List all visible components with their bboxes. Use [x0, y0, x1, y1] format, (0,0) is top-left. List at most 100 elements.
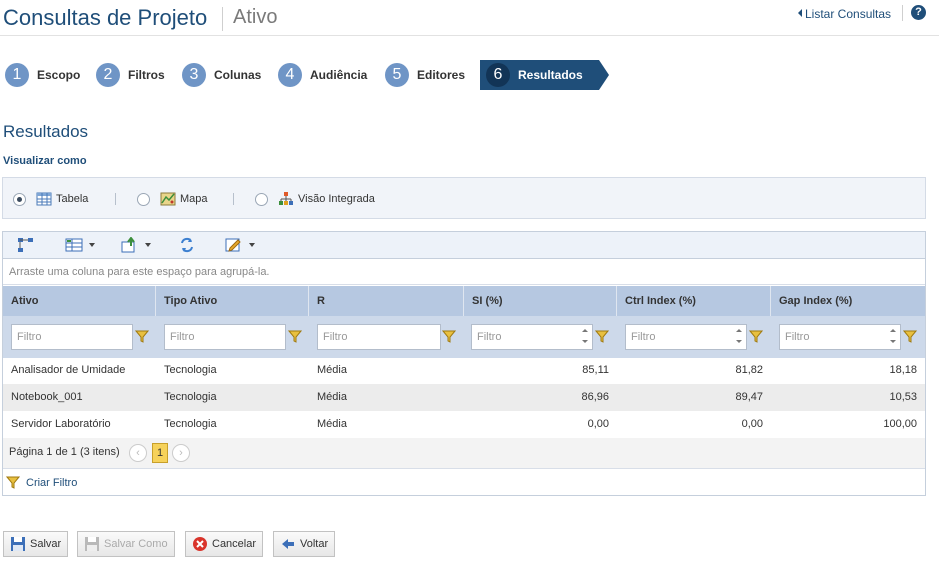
- column-header-gap-index[interactable]: Gap Index (%): [771, 286, 925, 316]
- next-page-button[interactable]: ›: [172, 444, 190, 462]
- filter-input[interactable]: Filtro: [779, 324, 901, 350]
- filter-funnel-icon[interactable]: [903, 330, 917, 343]
- view-option-label: Tabela: [56, 193, 89, 205]
- filter-input[interactable]: Filtro: [164, 324, 286, 350]
- edit-button[interactable]: [225, 237, 255, 253]
- step-escopo[interactable]: 1 Escopo: [5, 63, 80, 87]
- cell-r: Média: [317, 418, 347, 430]
- step-number: 6: [486, 63, 510, 87]
- filter-input[interactable]: Filtro: [471, 324, 593, 350]
- view-as-panel: Tabela Mapa Visão Integrada: [2, 177, 926, 219]
- refresh-button[interactable]: [179, 237, 195, 253]
- filter-funnel-icon[interactable]: [749, 330, 763, 343]
- step-label: Resultados: [518, 68, 583, 82]
- cell-gap-index: 18,18: [889, 364, 917, 376]
- view-option-label: Mapa: [180, 193, 208, 205]
- step-number: 5: [385, 63, 409, 87]
- step-number: 1: [5, 63, 29, 87]
- step-label: Editores: [417, 68, 466, 82]
- page-number-button[interactable]: 1: [152, 443, 168, 463]
- table-row[interactable]: Servidor Laboratório Tecnologia Média 0,…: [3, 411, 925, 438]
- step-editores[interactable]: 5 Editores: [385, 63, 465, 87]
- column-header-tipo-ativo[interactable]: Tipo Ativo: [156, 286, 309, 316]
- radio-map[interactable]: [137, 192, 150, 206]
- back-button[interactable]: Voltar: [273, 531, 336, 557]
- filter-input[interactable]: Filtro: [317, 324, 441, 350]
- save-button[interactable]: Salvar: [3, 531, 69, 557]
- save-label: Salvar: [30, 538, 62, 550]
- help-icon[interactable]: ?: [911, 5, 926, 20]
- cell-ativo: Notebook_001: [11, 391, 83, 403]
- step-label: Escopo: [37, 68, 81, 82]
- cancel-icon: [193, 537, 207, 551]
- back-arrow-icon: [282, 539, 294, 549]
- view-option-label: Visão Integrada: [298, 193, 375, 205]
- radio-table[interactable]: [13, 192, 26, 206]
- step-number: 3: [182, 63, 206, 87]
- page-header: Consultas de Projeto Ativo Listar Consul…: [0, 0, 939, 36]
- group-by-drop-zone[interactable]: Arraste uma coluna para este espaço para…: [3, 260, 925, 285]
- chevron-down-icon: [145, 243, 151, 247]
- columns-icon: [65, 238, 83, 252]
- list-queries-label: Listar Consultas: [805, 7, 892, 21]
- step-label: Filtros: [128, 68, 165, 82]
- filter-funnel-icon: [6, 476, 20, 489]
- chevron-down-icon: [249, 243, 255, 247]
- save-as-label: Salvar Como: [104, 538, 168, 550]
- filter-funnel-icon[interactable]: [135, 330, 149, 343]
- refresh-icon: [181, 237, 193, 253]
- step-resultados[interactable]: 6 Resultados: [480, 60, 609, 90]
- step-audiencia[interactable]: 4 Audiência: [278, 63, 367, 87]
- cell-tipo-ativo: Tecnologia: [164, 364, 217, 376]
- floppy-disk-icon: [85, 537, 99, 551]
- results-grid: Arraste uma coluna para este espaço para…: [2, 231, 926, 496]
- spinner-arrows-icon[interactable]: [889, 326, 897, 346]
- section-title: Resultados: [3, 122, 89, 141]
- table-row[interactable]: Notebook_001 Tecnologia Média 86,96 89,4…: [3, 384, 925, 411]
- step-label: Audiência: [310, 68, 368, 82]
- filter-funnel-icon[interactable]: [595, 330, 609, 343]
- columns-chooser-button[interactable]: [65, 237, 95, 253]
- filter-funnel-icon[interactable]: [442, 330, 456, 343]
- cell-ctrl-index: 0,00: [741, 418, 763, 430]
- export-icon: [121, 237, 135, 253]
- create-filter-link[interactable]: Criar Filtro: [6, 476, 77, 489]
- step-filtros[interactable]: 2 Filtros: [96, 63, 165, 87]
- page-title: Consultas de Projeto: [3, 5, 208, 30]
- table-row[interactable]: Analisador de Umidade Tecnologia Média 8…: [3, 357, 925, 384]
- cancel-button[interactable]: Cancelar: [185, 531, 264, 557]
- cell-ativo: Analisador de Umidade: [11, 364, 126, 376]
- page-subtitle: Ativo: [233, 6, 278, 28]
- option-divider: [233, 193, 234, 205]
- export-button[interactable]: [121, 237, 151, 253]
- column-header-r[interactable]: R: [309, 286, 464, 316]
- spinner-arrows-icon[interactable]: [581, 326, 589, 346]
- radio-integrated[interactable]: [255, 192, 268, 206]
- view-option-integrated[interactable]: Visão Integrada: [255, 192, 375, 206]
- cell-r: Média: [317, 364, 347, 376]
- column-header-si[interactable]: SI (%): [464, 286, 617, 316]
- column-header-ctrl-index[interactable]: Ctrl Index (%): [617, 286, 771, 316]
- prev-page-button[interactable]: ‹: [129, 444, 147, 462]
- list-queries-link[interactable]: Listar Consultas: [798, 7, 891, 21]
- view-as-label: Visualizar como: [3, 155, 87, 167]
- title-divider: [222, 7, 223, 31]
- step-colunas[interactable]: 3 Colunas: [182, 63, 261, 87]
- filter-input[interactable]: Filtro: [11, 324, 133, 350]
- create-filter-label: Criar Filtro: [26, 476, 78, 489]
- spinner-arrows-icon[interactable]: [735, 326, 743, 346]
- map-icon: [160, 192, 176, 206]
- floppy-disk-icon: [11, 537, 25, 551]
- filter-input[interactable]: Filtro: [625, 324, 747, 350]
- filter-funnel-icon[interactable]: [288, 330, 302, 343]
- view-option-map[interactable]: Mapa: [137, 192, 208, 206]
- save-as-button[interactable]: Salvar Como: [77, 531, 175, 557]
- cell-gap-index: 100,00: [883, 418, 917, 430]
- cell-si: 86,96: [581, 391, 609, 403]
- step-number: 2: [96, 63, 120, 87]
- column-header-ativo[interactable]: Ativo: [3, 286, 156, 316]
- step-label: Colunas: [214, 68, 262, 82]
- pager: Página 1 de 1 (3 itens) ‹ 1 ›: [3, 438, 925, 469]
- hierarchy-button[interactable]: [17, 237, 35, 253]
- view-option-table[interactable]: Tabela: [13, 192, 88, 206]
